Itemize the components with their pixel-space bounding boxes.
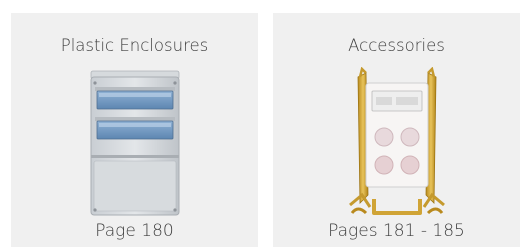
- category-card-accessories[interactable]: Accessories Pages 181 - 185: [273, 13, 520, 247]
- card-page-reference: Pages 181 - 185: [328, 221, 465, 241]
- accessory-frame-image: [348, 67, 445, 215]
- plastic-enclosure-image: [90, 70, 179, 216]
- category-card-plastic-enclosures[interactable]: Plastic Enclosures Page 180: [11, 13, 258, 247]
- card-page-reference: Page 180: [95, 221, 174, 241]
- card-title: Plastic Enclosures: [60, 36, 209, 55]
- card-title: Accessories: [348, 36, 445, 55]
